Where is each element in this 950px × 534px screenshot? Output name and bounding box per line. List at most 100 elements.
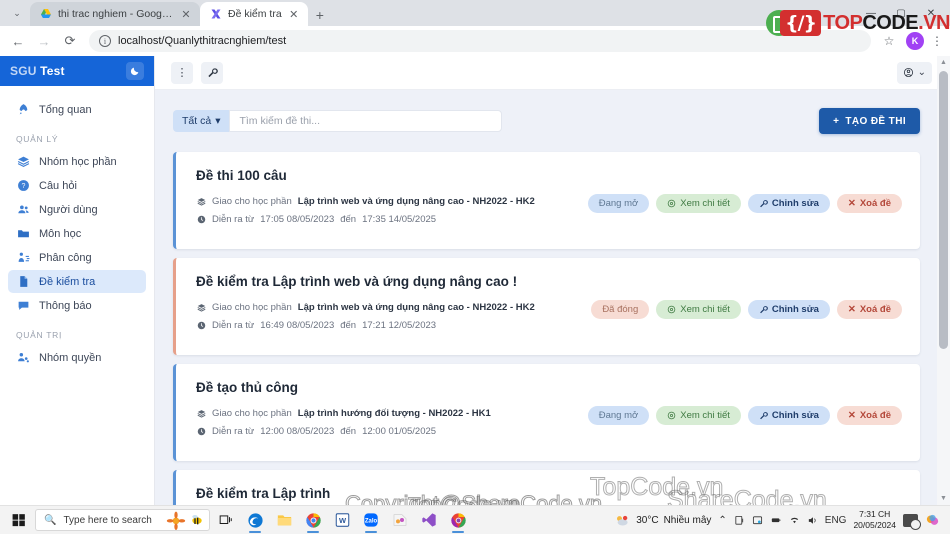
user-chevron-icon: ⌄ [917, 67, 926, 78]
layers-icon [16, 155, 30, 168]
delete-button[interactable]: ✕ Xoá đề [836, 406, 902, 425]
browser-window: ⌄ thi trac nghiem - Google Drive ✕ Đề ki… [0, 0, 950, 534]
delete-button[interactable]: ✕ Xoá đề [836, 300, 902, 319]
edit-button[interactable]: Chỉnh sửa [747, 300, 830, 319]
exam-card[interactable]: Đề tạo thủ công Giao cho học phần Lập tr… [173, 364, 920, 461]
scroll-up-arrow-icon[interactable]: ▲ [937, 56, 950, 69]
exam-end: 12:00 01/05/2025 [362, 426, 437, 437]
edit-button[interactable]: Chỉnh sửa [747, 194, 830, 213]
sidebar-header: SGU Test [0, 56, 154, 86]
assigned-prefix: Giao cho học phần [212, 302, 292, 313]
address-bar[interactable]: i localhost/Quanlythitracnghiem/test [89, 30, 871, 52]
view-detail-button[interactable]: Xem chi tiết [656, 300, 741, 319]
reload-icon[interactable]: ⟳ [58, 29, 82, 53]
language-indicator[interactable]: ENG [825, 515, 847, 526]
sidebar-item-de-kiem-tra[interactable]: Đề kiểm tra [8, 270, 146, 293]
edit-label: Chỉnh sửa [771, 304, 819, 315]
create-exam-button[interactable]: + TẠO ĐỀ THI [819, 108, 920, 134]
file-explorer-taskbar-button[interactable] [271, 507, 297, 533]
tab-google-drive[interactable]: thi trac nghiem - Google Drive ✕ [30, 2, 200, 26]
copilot-icon[interactable] [925, 513, 940, 528]
plus-icon: + [833, 115, 840, 127]
tab-search-chevron-icon[interactable]: ⌄ [6, 2, 28, 24]
exam-card[interactable]: Đề thi 100 câu Giao cho học phần Lập trì… [173, 152, 920, 249]
exam-card[interactable]: Đề kiểm tra Lập trình web và ứng dụng nâ… [173, 258, 920, 355]
filter-dropdown[interactable]: Tất cả ▾ [173, 110, 230, 132]
new-tab-button[interactable]: + [308, 7, 332, 26]
sidebar-item-thong-bao[interactable]: Thông báo [8, 294, 146, 317]
time-middle: đến [340, 214, 357, 225]
exam-card[interactable]: Đề kiểm tra Lập trình [173, 470, 920, 505]
info-circle-icon[interactable]: i [99, 35, 111, 47]
zalo-taskbar-button[interactable]: Zalo [358, 507, 384, 533]
exam-time-row: Diễn ra từ 17:05 08/05/2023 đến 17:35 14… [196, 214, 902, 225]
user-assign-icon [16, 251, 30, 264]
file-explorer-icon [277, 515, 291, 526]
sidebar-item-nhom-hoc-phan[interactable]: Nhóm học phần [8, 150, 146, 173]
sidebar-item-tong-quan[interactable]: Tổng quan [8, 98, 146, 121]
exam-course: Lập trình hướng đối tượng - NH2022 - HK1 [297, 408, 491, 419]
view-detail-button[interactable]: Xem chi tiết [656, 194, 741, 213]
taskbar-search-placeholder: Type here to search [63, 514, 152, 526]
sidebar-item-mon-hoc[interactable]: Môn học [8, 222, 146, 245]
user-menu-button[interactable]: ⌄ [896, 61, 932, 84]
sidebar-item-nhom-quyen[interactable]: Nhóm quyền [8, 346, 146, 369]
sidebar-item-label: Thông báo [39, 299, 92, 312]
clock-time: 7:31 CH [859, 509, 891, 520]
view-detail-button[interactable]: Xem chi tiết [656, 406, 741, 425]
windows-start-button[interactable] [6, 513, 32, 527]
bee-icon [192, 515, 202, 525]
tab-title: thi trac nghiem - Google Drive [58, 8, 174, 20]
powerpoint-icon [393, 514, 407, 526]
volume-icon[interactable] [807, 515, 818, 526]
sidebar-nav: Tổng quan QUẢN LÝ Nhóm học phần ? Câu hỏ… [0, 86, 154, 370]
scroll-down-arrow-icon[interactable]: ▼ [937, 492, 950, 505]
wifi-icon[interactable] [789, 515, 800, 526]
settings-wrench-button[interactable] [201, 61, 223, 84]
chrome-icon [305, 512, 321, 528]
taskbar-search-box[interactable]: 🔍 Type here to search [35, 509, 210, 531]
notification-center-button[interactable] [903, 513, 921, 530]
tab-de-kiem-tra[interactable]: Đề kiểm tra ✕ [200, 2, 308, 26]
weather-widget[interactable]: 30°C Nhiều mây [613, 513, 711, 528]
delete-button[interactable]: ✕ Xoá đề [836, 194, 902, 213]
back-icon[interactable]: ← [6, 29, 30, 53]
edge-taskbar-button[interactable] [242, 507, 268, 533]
exam-end: 17:35 14/05/2025 [362, 214, 437, 225]
more-options-button[interactable]: ⋮ [171, 61, 193, 84]
wrench-icon [760, 306, 768, 314]
word-taskbar-button[interactable]: W [329, 507, 355, 533]
visual-studio-taskbar-button[interactable] [416, 507, 442, 533]
app-brand: SGU Test [10, 64, 65, 78]
chrome-beta-taskbar-button[interactable] [445, 507, 471, 533]
taskbar-clock[interactable]: 7:31 CH 20/05/2024 [853, 509, 896, 530]
brand-test: Test [40, 64, 65, 78]
tab-close-icon[interactable]: ✕ [288, 8, 300, 21]
battery-icon[interactable] [770, 515, 782, 525]
onedrive-sync-icon[interactable] [752, 515, 763, 526]
time-prefix: Diễn ra từ [212, 214, 255, 225]
sidebar-item-phan-cong[interactable]: Phân công [8, 246, 146, 269]
search-input[interactable] [229, 110, 503, 132]
exam-actions: Đã đóng Xem chi tiết Chỉnh sửa ✕ Xoá đề [591, 300, 902, 319]
sidebar: SGU Test Tổng quan QUẢN LÝ Nhóm học phần… [0, 56, 155, 505]
clock-icon [196, 321, 206, 330]
sidebar-section-quan-tri: QUẢN TRỊ [16, 330, 63, 340]
powerpoint-taskbar-button[interactable] [387, 507, 413, 533]
sidebar-item-nguoi-dung[interactable]: Người dùng [8, 198, 146, 221]
sidebar-item-cau-hoi[interactable]: ? Câu hỏi [8, 174, 146, 197]
task-view-button[interactable] [213, 507, 239, 533]
exam-title: Đề tạo thủ công [196, 380, 298, 395]
chrome-taskbar-button[interactable] [300, 507, 326, 533]
view-detail-label: Xem chi tiết [680, 410, 730, 421]
scrollbar-thumb[interactable] [939, 71, 948, 349]
moon-icon[interactable] [126, 62, 144, 80]
tab-close-icon[interactable]: ✕ [180, 8, 192, 21]
exam-start: 17:05 08/05/2023 [260, 214, 335, 225]
page-scrollbar[interactable]: ▲ ▼ [937, 56, 950, 505]
exam-time-row: Diễn ra từ 12:00 08/05/2023 đến 12:00 01… [196, 426, 902, 437]
forward-icon[interactable]: → [32, 29, 56, 53]
display-icon[interactable] [734, 515, 745, 526]
tray-chevron-icon[interactable]: ⌃ [718, 515, 726, 526]
edit-button[interactable]: Chỉnh sửa [747, 406, 830, 425]
